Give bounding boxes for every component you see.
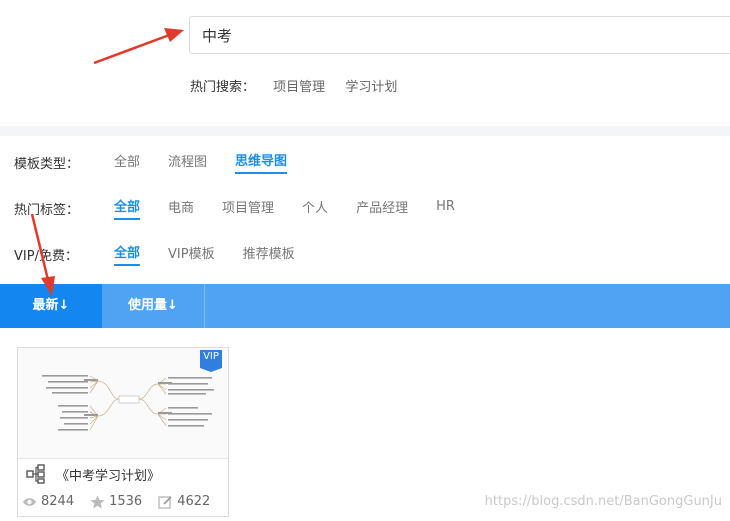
filter-option-personal[interactable]: 个人 (302, 197, 328, 219)
card-stats: 8244 1536 4622 (22, 494, 226, 509)
card-title[interactable]: 《中考学习计划》 (56, 465, 160, 484)
edits-count: 4622 (177, 494, 211, 509)
hot-search-item[interactable]: 项目管理 (273, 80, 325, 95)
vip-badge: VIP (200, 350, 222, 372)
filter-label: 热门标签： (14, 202, 80, 218)
filter-option-mindmap[interactable]: 思维导图 (235, 150, 288, 174)
search-box[interactable] (189, 16, 730, 54)
mindmap-thumbnail: VIP (18, 348, 228, 459)
annotation-arrow-search (93, 28, 184, 65)
filter-label: VIP/免费： (14, 248, 78, 264)
likes-count: 1536 (109, 494, 143, 509)
mindmap-preview-icon (42, 375, 214, 431)
watermark: https://blog.csdn.net/BanGongGunJu (484, 494, 722, 509)
filter-vip-free: VIP/免费： 全部 VIP模板 推荐模板 (14, 242, 323, 266)
filter-option-vip[interactable]: VIP模板 (168, 243, 215, 265)
hot-search-item[interactable]: 学习计划 (345, 80, 397, 95)
filter-option-recommended[interactable]: 推荐模板 (243, 243, 295, 265)
views-count: 8244 (41, 494, 75, 509)
edit-icon (158, 495, 172, 509)
search-input[interactable] (190, 17, 730, 53)
hot-search-label: 热门搜索： (190, 80, 256, 95)
sort-bar: 最新↓ 使用量↓ (0, 284, 730, 328)
filter-option-all[interactable]: 全部 (114, 242, 141, 266)
template-card[interactable]: VIP 《中考学习计划》 8244 1536 4622 (17, 347, 229, 517)
filter-option-all[interactable]: 全部 (114, 196, 141, 220)
filter-option-pm[interactable]: 产品经理 (356, 197, 408, 219)
hot-search: 热门搜索： 项目管理 学习计划 (190, 76, 413, 95)
divider-band (0, 126, 730, 136)
sort-usage-button[interactable]: 使用量↓ (102, 284, 205, 328)
star-icon (90, 495, 105, 508)
filter-template-type: 模板类型： 全部 流程图 思维导图 (14, 150, 315, 174)
mindmap-icon (26, 464, 45, 484)
filter-hot-tags: 热门标签： 全部 电商 项目管理 个人 产品经理 HR (14, 196, 483, 220)
card-title-row: 《中考学习计划》 (26, 464, 160, 484)
filter-option-hr[interactable]: HR (436, 199, 455, 217)
filter-option-project[interactable]: 项目管理 (222, 197, 274, 219)
filter-label: 模板类型： (14, 156, 80, 172)
filter-option-all[interactable]: 全部 (114, 151, 140, 173)
filter-option-ecommerce[interactable]: 电商 (168, 197, 194, 219)
sort-newest-button[interactable]: 最新↓ (0, 284, 102, 328)
eye-icon (23, 497, 36, 506)
filter-option-flowchart[interactable]: 流程图 (168, 151, 207, 173)
